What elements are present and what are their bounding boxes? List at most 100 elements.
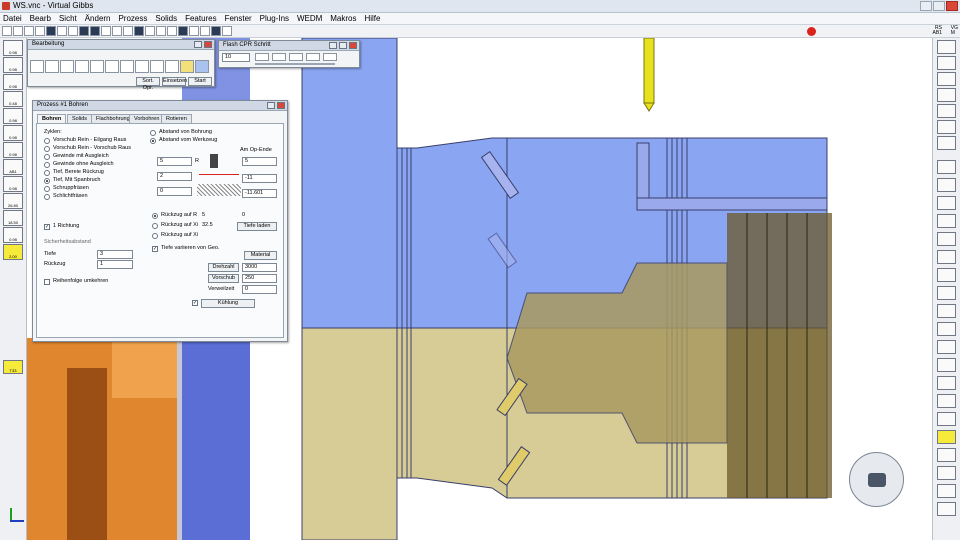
flash-help-icon[interactable] [329, 42, 337, 49]
top-field[interactable]: 0 [157, 187, 192, 196]
right-tool-4[interactable] [937, 88, 956, 102]
right-tool-1[interactable] [937, 40, 956, 54]
menu-sicht[interactable]: Sicht [56, 13, 80, 23]
process-custom-icon[interactable] [195, 60, 209, 73]
drehzahl-button[interactable]: Drehzahl [208, 263, 239, 272]
feed-plane-field[interactable]: 2 [157, 172, 192, 181]
tool-slot-6[interactable]: 0.98 [3, 125, 23, 141]
process-thread-icon[interactable] [90, 60, 104, 73]
menu-bearb[interactable]: Bearb [27, 13, 54, 23]
reihenfolge-checkbox[interactable] [44, 279, 50, 285]
right-tool-t2[interactable] [937, 178, 956, 192]
flash-min-icon[interactable] [339, 42, 347, 49]
cycle-radio-3[interactable] [44, 162, 50, 168]
rz-radio-2[interactable] [152, 233, 158, 239]
tab-rotieren[interactable]: Rotieren [161, 114, 192, 123]
flash-step-back-icon[interactable] [289, 53, 303, 61]
rotate-icon[interactable] [145, 26, 155, 36]
process-face-icon[interactable] [45, 60, 59, 73]
kuehlung-checkbox[interactable]: ✓ [192, 300, 198, 306]
menu-makros[interactable]: Makros [327, 13, 359, 23]
tool-slot-13-active[interactable]: 2.00 [3, 244, 23, 260]
tab-solids[interactable]: Solids [67, 114, 92, 123]
einrichtung-checkbox[interactable]: ✓ [44, 224, 50, 230]
right-tool-t3[interactable] [937, 196, 956, 210]
tool-icon[interactable] [200, 26, 210, 36]
tool-slot-10[interactable]: 26.80 [3, 193, 23, 209]
right-tool-7[interactable] [937, 136, 956, 150]
wire-icon[interactable] [112, 26, 122, 36]
right-tool-t1[interactable] [937, 160, 956, 174]
tiefe-variieren-checkbox[interactable]: ✓ [152, 246, 158, 252]
flash-step-icon[interactable] [323, 53, 337, 61]
abstand-radio-1[interactable] [150, 138, 156, 144]
stop-icon[interactable] [807, 27, 816, 36]
cycle-radio-1[interactable] [44, 146, 50, 152]
maximize-button[interactable] [933, 1, 945, 11]
menu-prozess[interactable]: Prozess [115, 13, 150, 23]
zoom-icon[interactable] [123, 26, 133, 36]
menu-hilfe[interactable]: Hilfe [361, 13, 383, 23]
process-turn-icon[interactable] [60, 60, 74, 73]
right-tool-t5[interactable] [937, 232, 956, 246]
compass-center-icon[interactable] [868, 473, 886, 487]
flash-slider[interactable] [255, 63, 335, 65]
navigation-compass[interactable] [849, 452, 904, 507]
close-button[interactable] [946, 1, 958, 11]
process-pocket-icon[interactable] [150, 60, 164, 73]
kuehlung-button[interactable]: Kühlung [201, 299, 255, 308]
right-tool-t12[interactable] [937, 358, 956, 372]
tool-indicator[interactable]: T33 [3, 360, 23, 374]
view-icon[interactable] [79, 26, 89, 36]
rz-radio-1[interactable] [152, 223, 158, 229]
right-tool-t11[interactable] [937, 340, 956, 354]
tool-slot-1[interactable]: 0.98 [3, 40, 23, 56]
tool-slot-3[interactable]: 0.98 [3, 74, 23, 90]
tab-vorbohren[interactable]: Vorbohren [129, 114, 165, 123]
right-tool-t17[interactable] [937, 448, 956, 462]
right-tool-3[interactable] [937, 72, 956, 86]
grid-icon[interactable] [46, 26, 56, 36]
cycle-radio-5[interactable] [44, 178, 50, 184]
fit-icon[interactable] [134, 26, 144, 36]
menu-aendern[interactable]: Ändern [82, 13, 114, 23]
right-tool-active[interactable] [937, 430, 956, 444]
pan-icon[interactable] [156, 26, 166, 36]
right-tool-t9[interactable] [937, 304, 956, 318]
abstand-radio-0[interactable] [150, 130, 156, 136]
part-icon[interactable] [189, 26, 199, 36]
einsetzen-button[interactable]: Einsetzen [162, 77, 187, 86]
tool-slot-11[interactable]: 18.50 [3, 210, 23, 226]
bearbeitung-close-icon[interactable] [204, 41, 212, 48]
drehzahl-field[interactable]: 3000 [242, 263, 277, 272]
process-engrave-icon[interactable] [165, 60, 179, 73]
process-mill-icon[interactable] [120, 60, 134, 73]
menu-solids[interactable]: Solids [152, 13, 180, 23]
tool-slot-2[interactable]: 0.98 [3, 57, 23, 73]
layer-icon[interactable] [90, 26, 100, 36]
clearance-field[interactable]: 5 [157, 157, 192, 166]
save-icon[interactable] [24, 26, 34, 36]
minimize-button[interactable] [920, 1, 932, 11]
flash-stop-icon[interactable] [272, 53, 286, 61]
right-tool-t8[interactable] [937, 286, 956, 300]
rz-radio-0[interactable] [152, 213, 158, 219]
tool-slot-4[interactable]: 0.48 [3, 91, 23, 107]
right-tool-6[interactable] [937, 120, 956, 134]
vorschub-button[interactable]: Vorschub [208, 274, 239, 283]
flash-speed-field[interactable]: 10 [222, 53, 250, 62]
right-tool-t4[interactable] [937, 214, 956, 228]
process-cutoff-icon[interactable] [105, 60, 119, 73]
solid-icon[interactable] [178, 26, 188, 36]
menu-fenster[interactable]: Fenster [222, 13, 255, 23]
right-tool-t20[interactable] [937, 502, 956, 516]
tool-slot-7[interactable]: 0.98 [3, 142, 23, 158]
menu-datei[interactable]: Datei [0, 13, 25, 23]
start-button[interactable]: Start [188, 77, 212, 86]
rueckzug-field[interactable]: 1 [97, 260, 133, 269]
right-tool-t15[interactable] [937, 412, 956, 426]
bearbeitung-help-icon[interactable] [194, 41, 202, 48]
prozess-help-icon[interactable] [267, 102, 275, 109]
shade-icon[interactable] [101, 26, 111, 36]
process-groove-icon[interactable] [75, 60, 89, 73]
